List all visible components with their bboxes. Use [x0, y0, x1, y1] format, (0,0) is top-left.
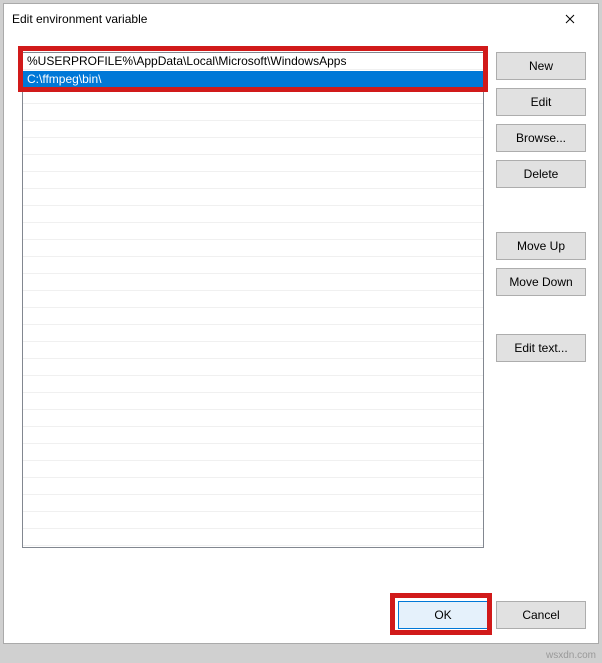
list-item-empty[interactable] [23, 189, 483, 206]
list-item-empty[interactable] [23, 206, 483, 223]
list-item-editing[interactable] [23, 70, 483, 87]
list-item-empty[interactable] [23, 376, 483, 393]
list-item-empty[interactable] [23, 240, 483, 257]
close-icon [565, 14, 575, 24]
list-item-empty[interactable] [23, 342, 483, 359]
edit-env-var-dialog: Edit environment variable %USERPROFILE%\… [3, 3, 599, 644]
list-item-empty[interactable] [23, 138, 483, 155]
cancel-button[interactable]: Cancel [496, 601, 586, 629]
move-up-button[interactable]: Move Up [496, 232, 586, 260]
dialog-footer: OK Cancel [4, 587, 598, 643]
titlebar: Edit environment variable [4, 4, 598, 34]
list-item-empty[interactable] [23, 393, 483, 410]
new-button[interactable]: New [496, 52, 586, 80]
delete-button[interactable]: Delete [496, 160, 586, 188]
list-item-empty[interactable] [23, 495, 483, 512]
list-item-empty[interactable] [23, 274, 483, 291]
list-item-empty[interactable] [23, 155, 483, 172]
dialog-content: %USERPROFILE%\AppData\Local\Microsoft\Wi… [4, 34, 598, 587]
list-item-empty[interactable] [23, 104, 483, 121]
list-item-empty[interactable] [23, 291, 483, 308]
dialog-title: Edit environment variable [12, 12, 550, 26]
list-item-empty[interactable] [23, 444, 483, 461]
edit-button[interactable]: Edit [496, 88, 586, 116]
list-item-empty[interactable] [23, 529, 483, 546]
list-item-empty[interactable] [23, 427, 483, 444]
list-item-empty[interactable] [23, 87, 483, 104]
browse-button[interactable]: Browse... [496, 124, 586, 152]
list-item-empty[interactable] [23, 512, 483, 529]
list-item-empty[interactable] [23, 172, 483, 189]
close-button[interactable] [550, 5, 590, 33]
spacer [496, 304, 586, 334]
list-item-empty[interactable] [23, 359, 483, 376]
watermark-text: wsxdn.com [546, 650, 596, 661]
list-area: %USERPROFILE%\AppData\Local\Microsoft\Wi… [22, 52, 484, 575]
list-item-empty[interactable] [23, 257, 483, 274]
list-item-empty[interactable] [23, 325, 483, 342]
side-buttons: New Edit Browse... Delete Move Up Move D… [496, 52, 586, 575]
list-item-empty[interactable] [23, 410, 483, 427]
list-item-empty[interactable] [23, 308, 483, 325]
edit-text-button[interactable]: Edit text... [496, 334, 586, 362]
move-down-button[interactable]: Move Down [496, 268, 586, 296]
path-edit-input[interactable] [23, 71, 483, 88]
list-item[interactable]: %USERPROFILE%\AppData\Local\Microsoft\Wi… [23, 53, 483, 70]
spacer [496, 196, 586, 232]
ok-button[interactable]: OK [398, 601, 488, 629]
path-listbox[interactable]: %USERPROFILE%\AppData\Local\Microsoft\Wi… [22, 52, 484, 548]
list-item-empty[interactable] [23, 223, 483, 240]
list-item-empty[interactable] [23, 461, 483, 478]
list-item-empty[interactable] [23, 121, 483, 138]
list-item-empty[interactable] [23, 478, 483, 495]
